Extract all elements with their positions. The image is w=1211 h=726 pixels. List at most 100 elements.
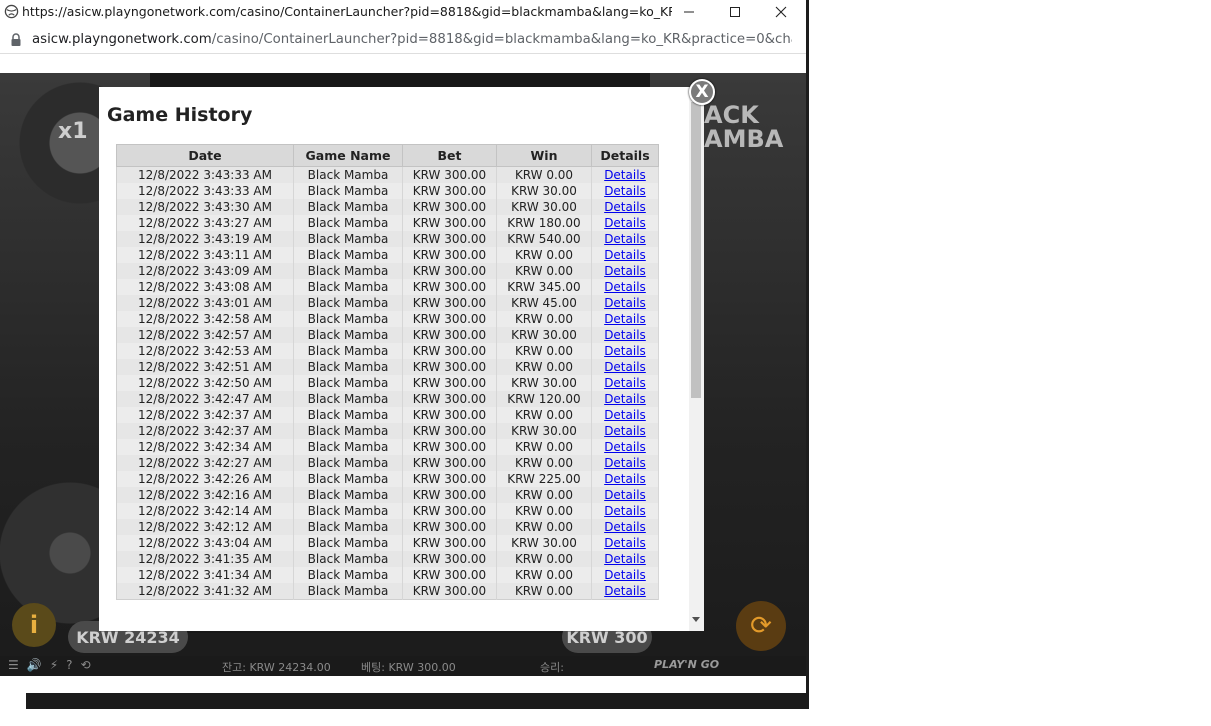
cell-game-name: Black Mamba: [293, 166, 403, 183]
details-link[interactable]: Details: [604, 312, 646, 326]
details-link[interactable]: Details: [604, 344, 646, 358]
table-row: 12/8/2022 3:42:51 AM Black Mamba KRW 300.0…: [116, 359, 659, 375]
cell-win: KRW 345.00: [496, 279, 592, 295]
table-row: 12/8/2022 3:41:35 AM Black Mamba KRW 300.0…: [116, 551, 659, 567]
maximize-button[interactable]: [712, 0, 758, 24]
status-icons[interactable]: ☰🔊⚡?⟲: [8, 658, 99, 672]
modal-close-button[interactable]: X: [689, 79, 715, 105]
cell-win: KRW 540.00: [496, 231, 592, 247]
cell-game-name: Black Mamba: [293, 263, 403, 279]
details-link[interactable]: Details: [604, 216, 646, 230]
table-row: 12/8/2022 3:43:08 AM Black Mamba KRW 300.0…: [116, 279, 659, 295]
scrollbar-thumb[interactable]: [691, 102, 701, 398]
logo-line-2: AMBA: [704, 125, 784, 153]
column-header-win: Win: [496, 144, 592, 167]
details-link[interactable]: Details: [604, 184, 646, 198]
cell-bet: KRW 300.00: [402, 343, 497, 359]
cell-bet: KRW 300.00: [402, 183, 497, 199]
cell-details: Details: [591, 279, 659, 295]
details-link[interactable]: Details: [604, 392, 646, 406]
cell-game-name: Black Mamba: [293, 535, 403, 551]
table-row: 12/8/2022 3:42:12 AM Black Mamba KRW 300.0…: [116, 519, 659, 535]
cell-date: 12/8/2022 3:42:58 AM: [116, 311, 294, 327]
details-link[interactable]: Details: [604, 488, 646, 502]
cell-win: KRW 0.00: [496, 247, 592, 263]
cell-bet: KRW 300.00: [402, 439, 497, 455]
table-row: 12/8/2022 3:41:32 AM Black Mamba KRW 300.0…: [116, 583, 659, 600]
cell-win: KRW 30.00: [496, 327, 592, 343]
cell-game-name: Black Mamba: [293, 487, 403, 503]
details-link[interactable]: Details: [604, 424, 646, 438]
cell-date: 12/8/2022 3:43:33 AM: [116, 183, 294, 199]
cell-bet: KRW 300.00: [402, 407, 497, 423]
cell-bet: KRW 300.00: [402, 279, 497, 295]
info-button[interactable]: i: [12, 603, 56, 647]
address-bar[interactable]: asicw.playngonetwork.com/casino/Containe…: [0, 27, 806, 54]
details-link[interactable]: Details: [604, 472, 646, 486]
cell-game-name: Black Mamba: [293, 551, 403, 567]
cell-details: Details: [591, 423, 659, 439]
cell-date: 12/8/2022 3:43:30 AM: [116, 199, 294, 215]
table-row: 12/8/2022 3:43:27 AM Black Mamba KRW 300.0…: [116, 215, 659, 231]
table-row: 12/8/2022 3:42:26 AM Black Mamba KRW 300.0…: [116, 471, 659, 487]
details-link[interactable]: Details: [604, 568, 646, 582]
cell-date: 12/8/2022 3:42:50 AM: [116, 375, 294, 391]
details-link[interactable]: Details: [604, 552, 646, 566]
cell-game-name: Black Mamba: [293, 327, 403, 343]
cell-game-name: Black Mamba: [293, 199, 403, 215]
details-link[interactable]: Details: [604, 456, 646, 470]
url-text[interactable]: asicw.playngonetwork.com/casino/Containe…: [32, 32, 792, 47]
details-link[interactable]: Details: [604, 440, 646, 454]
cell-date: 12/8/2022 3:42:14 AM: [116, 503, 294, 519]
modal-scrollbar[interactable]: [689, 87, 704, 631]
cell-date: 12/8/2022 3:42:26 AM: [116, 471, 294, 487]
details-link[interactable]: Details: [604, 248, 646, 262]
details-link[interactable]: Details: [604, 280, 646, 294]
details-link[interactable]: Details: [604, 168, 646, 182]
details-link[interactable]: Details: [604, 376, 646, 390]
details-link[interactable]: Details: [604, 520, 646, 534]
details-link[interactable]: Details: [604, 328, 646, 342]
details-link[interactable]: Details: [604, 360, 646, 374]
close-icon: [775, 6, 787, 18]
details-link[interactable]: Details: [604, 584, 646, 598]
cell-game-name: Black Mamba: [293, 375, 403, 391]
details-link[interactable]: Details: [604, 504, 646, 518]
table-row: 12/8/2022 3:42:50 AM Black Mamba KRW 300.0…: [116, 375, 659, 391]
cell-bet: KRW 300.00: [402, 295, 497, 311]
minimize-button[interactable]: [666, 0, 712, 24]
details-link[interactable]: Details: [604, 232, 646, 246]
details-link[interactable]: Details: [604, 200, 646, 214]
cell-details: Details: [591, 391, 659, 407]
cell-game-name: Black Mamba: [293, 215, 403, 231]
minimize-icon: [684, 11, 694, 13]
table-row: 12/8/2022 3:42:53 AM Black Mamba KRW 300.0…: [116, 343, 659, 359]
cell-bet: KRW 300.00: [402, 247, 497, 263]
cell-details: Details: [591, 263, 659, 279]
cell-win: KRW 120.00: [496, 391, 592, 407]
autoplay-button[interactable]: ⟳: [736, 601, 786, 651]
details-link[interactable]: Details: [604, 296, 646, 310]
details-link[interactable]: Details: [604, 536, 646, 550]
table-row: 12/8/2022 3:43:01 AM Black Mamba KRW 300.0…: [116, 295, 659, 311]
column-header-details: Details: [591, 144, 659, 167]
cell-game-name: Black Mamba: [293, 279, 403, 295]
scroll-down-arrow-icon[interactable]: [692, 617, 700, 622]
cell-bet: KRW 300.00: [402, 455, 497, 471]
cell-details: Details: [591, 487, 659, 503]
cell-game-name: Black Mamba: [293, 183, 403, 199]
cell-bet: KRW 300.00: [402, 199, 497, 215]
cell-details: Details: [591, 583, 659, 600]
cell-win: KRW 0.00: [496, 455, 592, 471]
cell-details: Details: [591, 247, 659, 263]
details-link[interactable]: Details: [604, 408, 646, 422]
table-row: 12/8/2022 3:43:19 AM Black Mamba KRW 300.0…: [116, 231, 659, 247]
column-header-bet: Bet: [402, 144, 497, 167]
column-header-game-name: Game Name: [293, 144, 403, 167]
column-header-date: Date: [116, 144, 294, 167]
window-close-button[interactable]: [758, 0, 804, 24]
cell-bet: KRW 300.00: [402, 503, 497, 519]
table-row: 12/8/2022 3:41:34 AM Black Mamba KRW 300.0…: [116, 567, 659, 583]
cell-win: KRW 0.00: [496, 407, 592, 423]
details-link[interactable]: Details: [604, 264, 646, 278]
